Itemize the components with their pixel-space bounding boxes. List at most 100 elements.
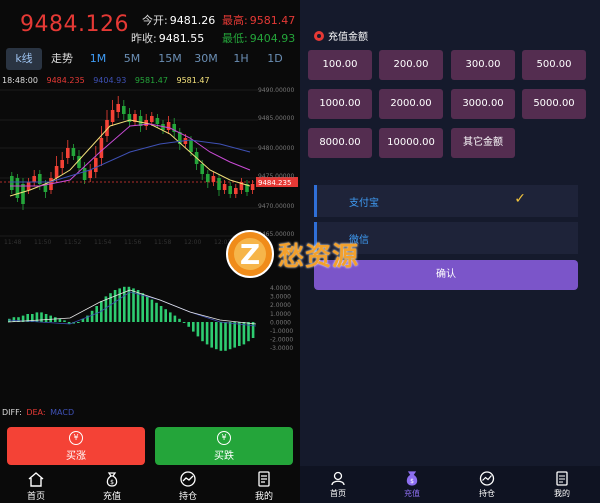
candle-body [217,178,221,190]
amount-option-8000[interactable]: 8000.00 [308,128,372,158]
chart-info-row: 18:48:00 9484.235 9404.93 9581.47 9581.4… [2,76,216,85]
macd-label: MACD [50,408,75,417]
bottom-nav: 首页 $ 充值 持仓 我的 [300,466,600,503]
candle-body [234,188,238,194]
tab-trend[interactable]: 走势 [46,48,78,70]
open-price-stat: 今开: 9481.26 [142,12,215,28]
amount-option-500[interactable]: 500.00 [522,50,586,80]
recharge-title-text: 充值金额 [328,32,368,43]
macd-tick-label: 2.0000 [270,302,291,309]
tab-30m[interactable]: 30M [190,48,222,70]
nav-item-recharge[interactable]: $ 充值 [384,466,440,499]
chart-circle-icon [479,471,495,486]
nav-item-positions[interactable]: 持仓 [158,467,218,502]
home-icon [28,472,44,487]
yen-coin-icon: ¥ [217,431,231,445]
nav-label: 充值 [404,489,420,498]
amount-option-100[interactable]: 100.00 [308,50,372,80]
high-price-stat: 最高: 9581.47 [222,12,295,28]
tab-kline[interactable]: k线 [6,48,42,70]
amount-option-1000[interactable]: 1000.00 [308,89,372,119]
nav-label: 我的 [554,489,570,498]
user-icon [331,471,345,486]
bottom-nav: 首页 $ 充值 持仓 我的 [0,467,300,503]
buy-down-button[interactable]: ¥ 买跌 [155,427,293,465]
macd-bar [159,306,163,322]
buy-down-label: 买跌 [214,451,234,462]
macd-bar [113,290,117,322]
chart-value-4: 9581.47 [176,76,210,85]
candle-body [54,166,59,178]
diff-label: DIFF: [2,408,22,417]
candle-body [82,168,87,180]
low-price-stat: 最低: 9404.93 [222,30,295,46]
time-tick-label: 11:48 [4,239,21,246]
buy-up-label: 买涨 [66,451,86,462]
amount-option-5000[interactable]: 5000.00 [522,89,586,119]
ma-line [10,139,251,183]
macd-bar [173,315,177,322]
high-value: 9581.47 [249,14,296,27]
low-value: 9404.93 [249,32,296,45]
document-icon [556,471,568,486]
nav-item-home[interactable]: 首页 [310,466,366,499]
macd-bar [215,322,218,350]
macd-bar [228,322,232,350]
candle-body [99,138,104,158]
prev-close-value: 9481.55 [158,32,205,45]
price-tick-label: 9490.00000 [258,87,294,94]
macd-bar [67,322,71,324]
macd-bar [141,293,144,322]
candle-body [250,184,255,190]
tab-1h[interactable]: 1H [228,48,254,70]
macd-bar [40,312,43,322]
macd-bar [150,299,154,322]
amount-option-2000[interactable]: 2000.00 [379,89,443,119]
amount-option-3000[interactable]: 3000.00 [451,89,515,119]
money-bag-icon: $ [406,471,418,486]
nav-label: 首页 [330,489,346,498]
nav-item-recharge[interactable]: $ 充值 [82,467,142,502]
tab-1d[interactable]: 1D [262,48,288,70]
watermark-logo-icon: Z [226,230,274,278]
nav-label: 我的 [254,492,273,502]
price-tick-label: 9475.00000 [258,173,294,180]
nav-item-mine[interactable]: 我的 [234,467,294,502]
tab-15m[interactable]: 15M [154,48,186,70]
prev-close-label: 昨收: [131,32,157,45]
macd-histogram [7,286,257,351]
macd-bar [90,310,94,322]
chart-circle-icon [180,471,196,487]
amount-option-other[interactable]: 其它金额 [451,128,515,158]
amount-option-200[interactable]: 200.00 [379,50,443,80]
macd-tick-label: -1.0000 [270,328,293,335]
candle-body [94,158,98,172]
amount-option-10000[interactable]: 10000.00 [379,128,443,158]
candle-body [15,178,20,198]
macd-bar [44,314,48,322]
tab-5m[interactable]: 5M [118,48,146,70]
current-price-tag-label: 9484.235 [258,179,291,187]
svg-text:Z: Z [240,238,260,271]
candle-body [10,176,14,190]
time-tick-label: 11:52 [64,239,81,246]
macd-tick-label: 3.0000 [270,294,291,301]
macd-tick-label: 1.0000 [270,311,291,318]
nav-label: 首页 [26,492,45,502]
buy-up-button[interactable]: ¥ 买涨 [7,427,145,465]
macd-bar [242,322,246,345]
tab-1m[interactable]: 1M [84,48,112,70]
nav-label: 充值 [102,492,121,502]
macd-bar [49,315,52,322]
low-label: 最低: [222,32,248,45]
nav-item-positions[interactable]: 持仓 [459,466,515,499]
nav-item-home[interactable]: 首页 [6,467,66,502]
open-value: 9481.26 [169,14,216,27]
macd-bar [63,320,66,322]
pay-method-alipay[interactable]: 支付宝 ✓ [314,185,578,217]
candle-body [150,116,154,122]
macd-bar [169,312,172,322]
amount-option-300[interactable]: 300.00 [451,50,515,80]
macd-bar [224,322,227,351]
nav-item-mine[interactable]: 我的 [534,466,590,499]
